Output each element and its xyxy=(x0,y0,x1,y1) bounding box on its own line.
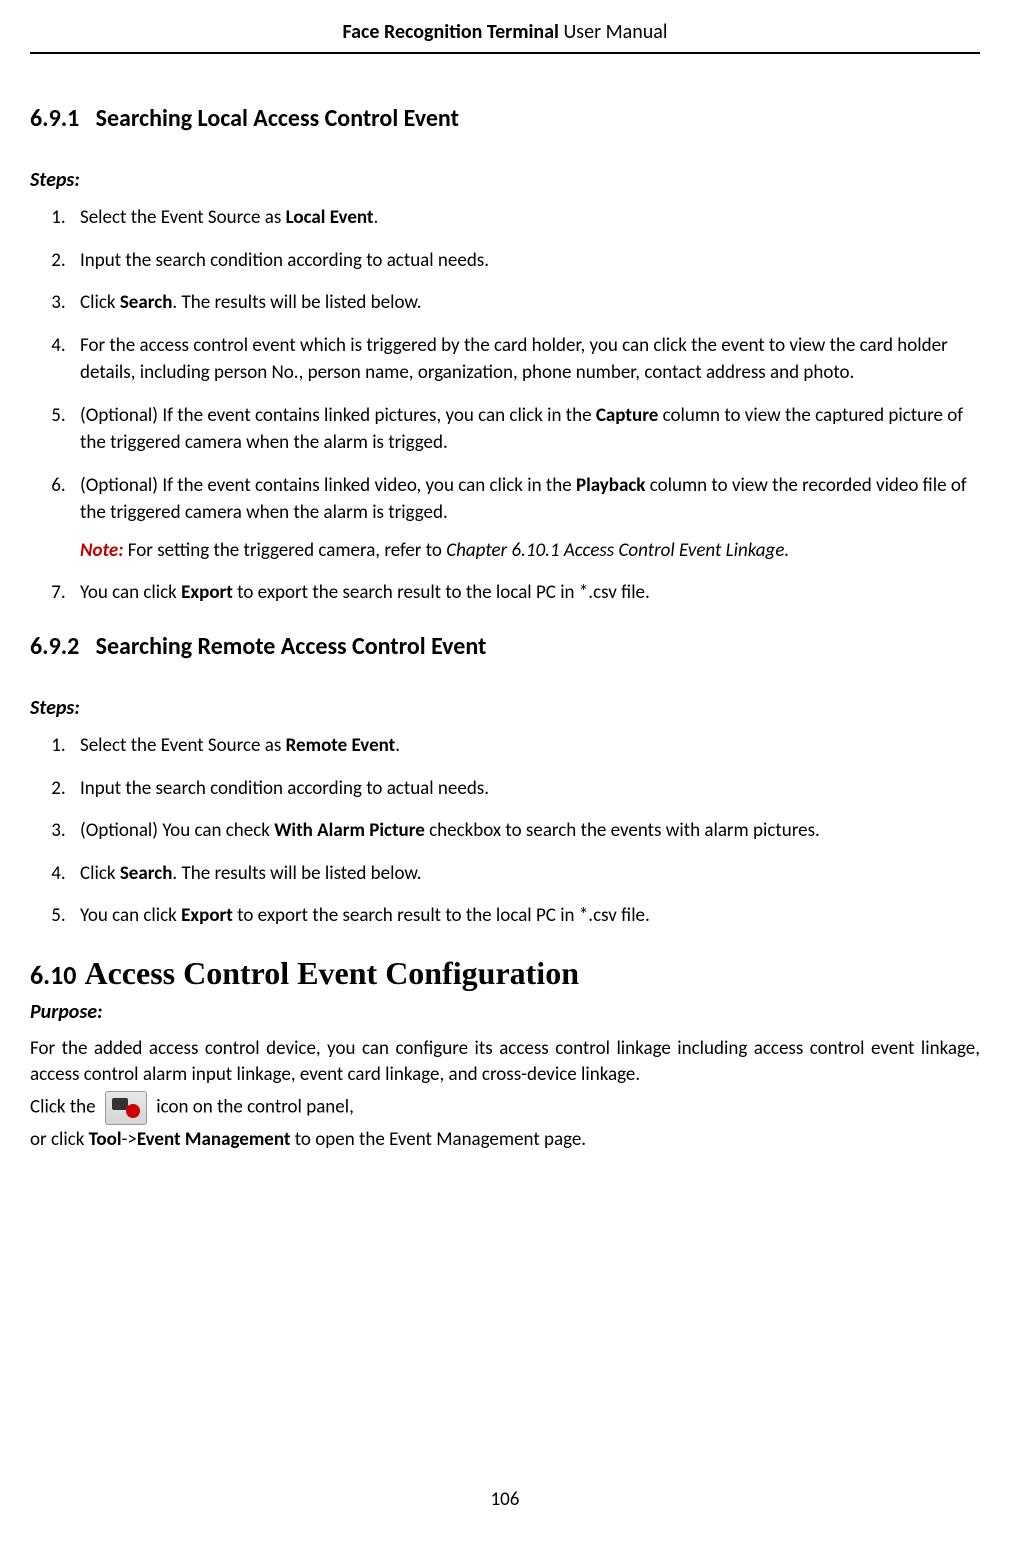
step-text: Click xyxy=(80,862,120,885)
step-item: For the access control event which is tr… xyxy=(70,332,980,387)
menu-path-event-management: Event Management xyxy=(137,1128,291,1151)
step-bold: Search xyxy=(120,862,173,885)
step-text: Click xyxy=(80,291,120,314)
text: icon on the control panel, xyxy=(156,1095,354,1118)
step-bold: Capture xyxy=(596,404,658,427)
section-heading-692: 6.9.2 Searching Remote Access Control Ev… xyxy=(30,632,980,661)
steps-label-692: Steps: xyxy=(30,696,980,720)
step-bold: Local Event xyxy=(286,206,374,229)
step-bold: Export xyxy=(181,904,233,927)
step-text: You can click xyxy=(80,581,181,604)
steps-label-691: Steps: xyxy=(30,168,980,192)
step-text: You can click xyxy=(80,904,181,927)
purpose-label: Purpose: xyxy=(30,1000,980,1024)
note-text: For setting the triggered camera, refer … xyxy=(123,539,446,562)
section-heading-691: 6.9.1 Searching Local Access Control Eve… xyxy=(30,104,980,133)
step-item: Input the search condition according to … xyxy=(70,775,980,803)
text: or click xyxy=(30,1128,89,1151)
section-heading-610: 6.10 Access Control Event Configuration xyxy=(30,955,980,992)
step-item: You can click Export to export the searc… xyxy=(70,579,980,607)
purpose-body: For the added access control device, you… xyxy=(30,1036,980,1089)
section-title: Searching Remote Access Control Event xyxy=(96,632,487,661)
header-title-normal: User Manual xyxy=(559,20,668,44)
step-text: . The results will be listed below. xyxy=(172,291,421,314)
text: Click the xyxy=(30,1095,100,1118)
note-block: Note: For setting the triggered camera, … xyxy=(80,537,980,565)
step-item: Click Search. The results will be listed… xyxy=(70,289,980,317)
section-title: Access Control Event Configuration xyxy=(84,955,579,991)
step-text: Select the Event Source as xyxy=(80,206,286,229)
step-item: Click Search. The results will be listed… xyxy=(70,860,980,888)
step-bold: Export xyxy=(181,581,233,604)
section-num: 6.9.1 xyxy=(30,104,79,133)
step-text: . The results will be listed below. xyxy=(172,862,421,885)
header-title-bold: Face Recognition Terminal xyxy=(343,20,559,44)
page-number: 106 xyxy=(0,1488,1010,1511)
step-text: . xyxy=(374,206,379,229)
arrow-text: -> xyxy=(122,1128,137,1151)
step-item: (Optional) If the event contains linked … xyxy=(70,472,980,565)
step-text: checkbox to search the events with alarm… xyxy=(425,819,820,842)
click-instruction: Click the icon on the control panel, xyxy=(30,1091,980,1125)
step-item: (Optional) You can check With Alarm Pict… xyxy=(70,817,980,845)
event-management-icon xyxy=(105,1091,147,1125)
step-text: to export the search result to the local… xyxy=(233,904,650,927)
note-ref: Chapter 6.10.1 Access Control Event Link… xyxy=(446,539,789,562)
note-label: Note: xyxy=(80,539,123,562)
page-header: Face Recognition Terminal User Manual xyxy=(30,0,980,54)
steps-list-691: Select the Event Source as Local Event . … xyxy=(30,204,980,607)
step-item: (Optional) If the event contains linked … xyxy=(70,402,980,457)
step-text: . xyxy=(395,734,400,757)
section-title: Searching Local Access Control Event xyxy=(96,104,459,133)
step-text: Input the search condition according to … xyxy=(80,249,489,272)
step-text: (Optional) You can check xyxy=(80,819,274,842)
step-text: (Optional) If the event contains linked … xyxy=(80,404,596,427)
step-item: Select the Event Source as Remote Event. xyxy=(70,732,980,760)
header-title: Face Recognition Terminal User Manual xyxy=(343,20,668,44)
step-bold: Search xyxy=(120,291,173,314)
step-bold: Playback xyxy=(576,474,645,497)
section-num: 6.9.2 xyxy=(30,632,79,661)
step-text: to export the search result to the local… xyxy=(233,581,650,604)
section-num: 6.10 xyxy=(30,959,76,991)
step-bold: With Alarm Picture xyxy=(274,819,425,842)
step-item: Input the search condition according to … xyxy=(70,247,980,275)
steps-list-692: Select the Event Source as Remote Event.… xyxy=(30,732,980,930)
step-text: (Optional) If the event contains linked … xyxy=(80,474,576,497)
step-text: Input the search condition according to … xyxy=(80,777,489,800)
step-bold: Remote Event xyxy=(286,734,396,757)
step-text: Select the Event Source as xyxy=(80,734,286,757)
step-text: For the access control event which is tr… xyxy=(80,334,948,385)
step-item: You can click Export to export the searc… xyxy=(70,902,980,930)
text: to open the Event Management page. xyxy=(290,1128,586,1151)
menu-path-tool: Tool xyxy=(89,1128,122,1151)
or-click-instruction: or click Tool->Event Management to open … xyxy=(30,1125,980,1155)
step-item: Select the Event Source as Local Event. xyxy=(70,204,980,232)
